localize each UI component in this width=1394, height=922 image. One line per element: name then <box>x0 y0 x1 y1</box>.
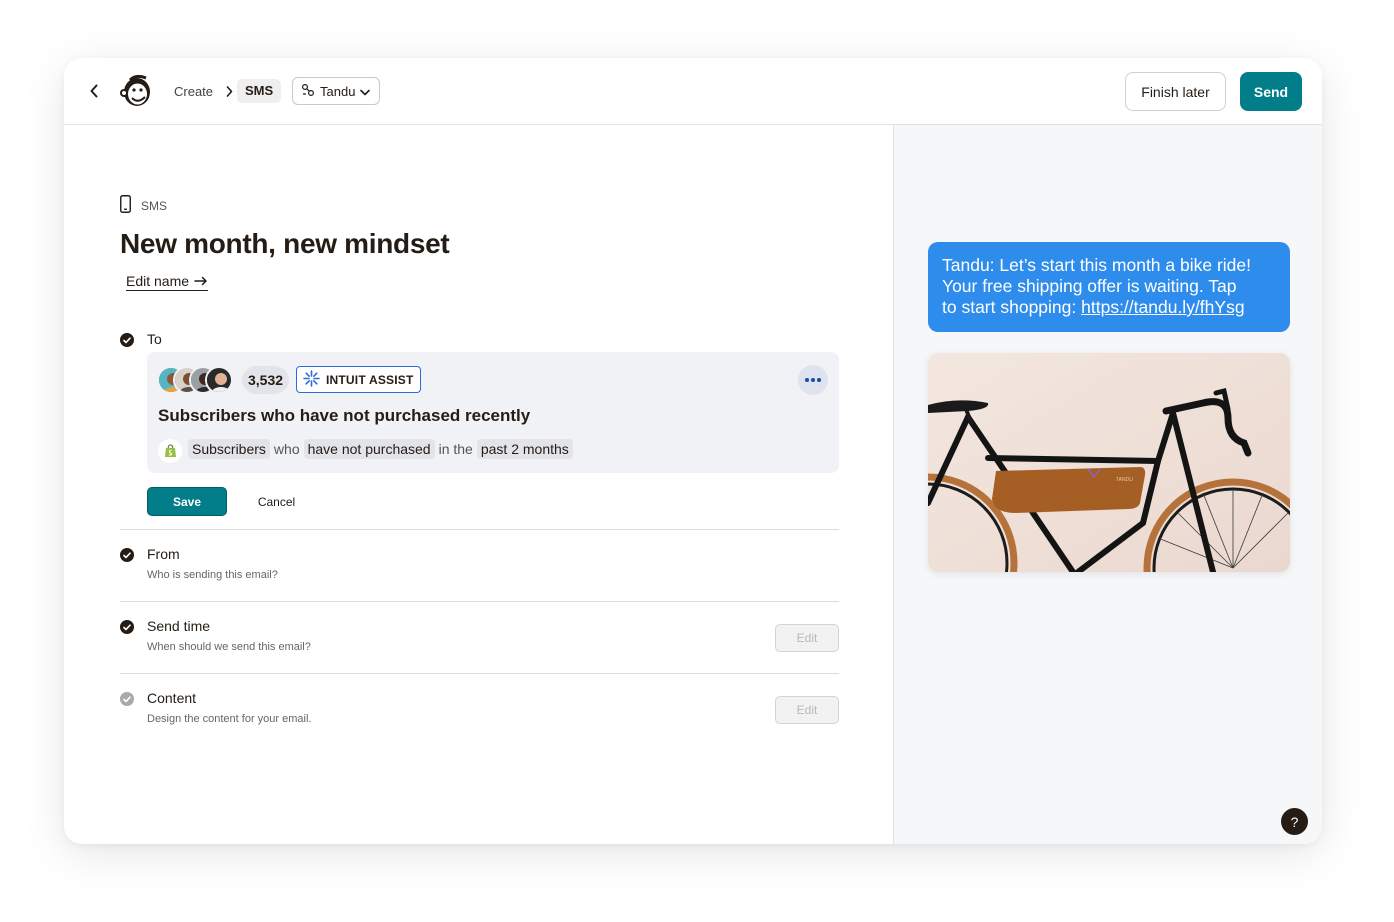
sparkle-icon <box>303 369 320 390</box>
help-button[interactable]: ? <box>1281 808 1308 835</box>
condition-text: who <box>273 441 300 457</box>
section-divider <box>120 601 839 602</box>
send-time-check-icon <box>120 620 134 634</box>
message-text: to start shopping: <box>942 297 1082 317</box>
send-time-label: Send time <box>147 618 211 634</box>
campaign-editor-pane: SMS New month, new mindset Edit name To <box>64 125 893 844</box>
send-time-edit-button[interactable]: Edit <box>775 624 839 652</box>
phone-icon <box>120 195 131 216</box>
brand-name: Tandu <box>320 83 356 99</box>
mailchimp-logo-icon[interactable] <box>119 73 153 109</box>
breadcrumb-create[interactable]: Create <box>174 84 213 99</box>
from-check-icon <box>120 548 134 562</box>
content-edit-button[interactable]: Edit <box>775 696 839 724</box>
message-line: to start shopping: https://tandu.ly/fhYs… <box>942 297 1276 318</box>
send-time-description: When should we send this email? <box>147 641 311 653</box>
save-button[interactable]: Save <box>147 487 227 516</box>
content-check-icon <box>120 692 134 706</box>
intuit-assist-label: INTUIT ASSIST <box>326 372 414 387</box>
bag-brand-text: TANDU <box>1116 477 1133 483</box>
finish-later-button[interactable]: Finish later <box>1125 72 1226 111</box>
condition-action-chip[interactable]: have not purchased <box>303 439 435 459</box>
channel-text: SMS <box>141 198 168 213</box>
brand-icon <box>301 83 315 100</box>
from-label: From <box>147 546 180 562</box>
message-line: Tandu: Let’s start this month a bike rid… <box>942 255 1252 275</box>
campaign-title: New month, new mindset <box>120 228 450 259</box>
sms-preview-pane: Tandu: Let’s start this month a bike rid… <box>893 125 1322 844</box>
message-link[interactable]: https://tandu.ly/fhYsg <box>1081 297 1244 317</box>
segment-condition: Subscribers who have not purchased in th… <box>188 439 573 459</box>
back-arrow-icon[interactable] <box>84 81 104 101</box>
content-description: Design the content for your email. <box>147 713 312 725</box>
chevron-down-icon <box>360 84 371 99</box>
condition-subject-chip[interactable]: Subscribers <box>188 439 270 459</box>
to-check-icon <box>120 333 134 347</box>
shopify-icon <box>158 439 182 463</box>
audience-count-badge: 3,532 <box>242 366 290 394</box>
channel-label: SMS <box>120 195 167 216</box>
intuit-assist-button[interactable]: INTUIT ASSIST <box>296 366 421 393</box>
send-button[interactable]: Send <box>1240 72 1302 111</box>
condition-range-chip[interactable]: past 2 months <box>476 439 573 459</box>
edit-name-label: Edit name <box>126 273 190 289</box>
chevron-right-icon <box>223 84 235 98</box>
audience-card: 3,532 INTUIT ASSIST Subscribers who have… <box>147 352 839 473</box>
app-window: Create SMS Tandu Finish later Send SMS N… <box>64 58 1322 844</box>
from-description: Who is sending this email? <box>147 569 278 581</box>
cancel-button[interactable]: Cancel <box>254 487 299 516</box>
content-label: Content <box>147 690 197 706</box>
edit-name-link[interactable]: Edit name <box>126 273 209 291</box>
bike-image: TANDU <box>928 353 1290 572</box>
top-bar: Create SMS Tandu Finish later Send <box>64 58 1322 125</box>
to-label: To <box>147 331 162 347</box>
breadcrumb-current: SMS <box>237 79 282 103</box>
sms-message-bubble: Tandu: Let’s start this month a bike rid… <box>928 242 1290 332</box>
arrow-right-icon <box>194 273 208 289</box>
condition-text: in the <box>438 441 473 457</box>
section-divider <box>120 673 839 674</box>
section-divider <box>120 529 839 530</box>
avatar <box>205 366 233 394</box>
brand-dropdown[interactable]: Tandu <box>292 77 380 105</box>
message-line: Your free shipping offer is waiting. Tap <box>942 276 1237 296</box>
segment-title: Subscribers who have not purchased recen… <box>158 406 531 425</box>
more-options-icon[interactable] <box>798 365 828 395</box>
